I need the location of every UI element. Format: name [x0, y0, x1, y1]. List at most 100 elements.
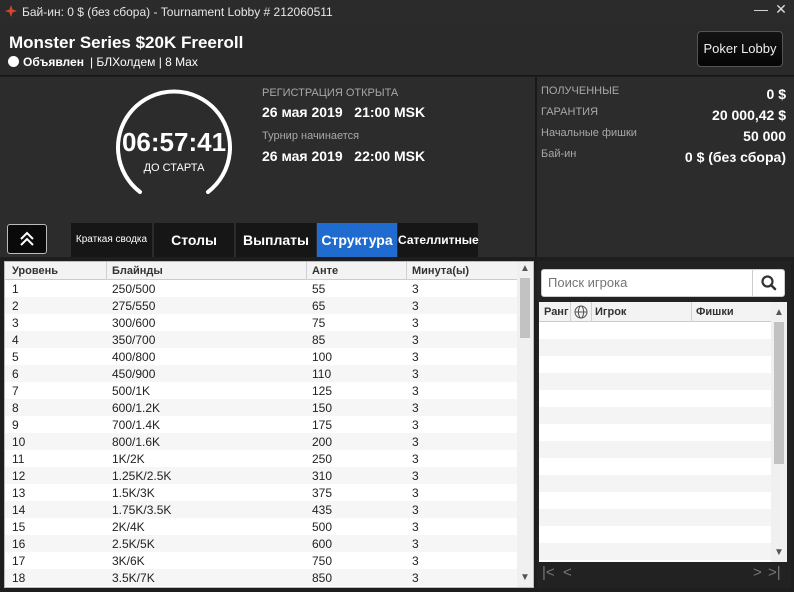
double-chevron-up-icon [20, 231, 34, 246]
level-cell: 2 [12, 299, 19, 313]
close-button[interactable]: ✕ [771, 1, 791, 21]
minutes-cell: 3 [412, 554, 419, 568]
minutes-cell: 3 [412, 384, 419, 398]
start-label: Турнир начинается [262, 130, 360, 142]
structure-header: Уровень Блайнды Анте Минута(ы) [5, 262, 517, 280]
window-title: Бай-ин: 0 $ (без сбора) - Tournament Lob… [22, 5, 333, 19]
prev-page-icon[interactable]: < [563, 564, 572, 581]
tab-tables[interactable]: Столы [154, 223, 235, 257]
registration-value: 26 мая 2019 21:00 MSK [262, 104, 426, 120]
collapse-button[interactable] [7, 224, 47, 254]
blinds-cell: 275/550 [112, 299, 156, 313]
col-level[interactable]: Уровень [12, 265, 58, 277]
prize-label-starting-chips: Начальные фишки [541, 127, 637, 139]
blinds-cell: 300/600 [112, 316, 156, 330]
col-minutes[interactable]: Минута(ы) [412, 265, 469, 277]
player-row [539, 407, 771, 424]
next-page-icon[interactable]: > [753, 564, 762, 581]
tab-payouts[interactable]: Выплаты [236, 223, 317, 257]
table-row: 15 2K/4K 500 3 [5, 518, 517, 535]
prize-value-starting-chips: 50 000 [743, 128, 786, 144]
column-divider [306, 262, 307, 280]
table-row: 9 700/1.4K 175 3 [5, 416, 517, 433]
table-row: 17 3K/6K 750 3 [5, 552, 517, 569]
blinds-cell: 2.5K/5K [112, 537, 155, 551]
players-header: Ранг Игрок Фишки [539, 302, 771, 322]
level-cell: 1 [12, 282, 19, 296]
search-button[interactable] [752, 270, 784, 296]
blinds-cell: 2K/4K [112, 520, 145, 534]
first-page-icon[interactable]: |< [542, 564, 555, 581]
structure-panel: Уровень Блайнды Анте Минута(ы) 1 250/500 5… [4, 261, 534, 588]
level-cell: 4 [12, 333, 19, 347]
ante-cell: 375 [312, 486, 333, 500]
column-divider [406, 262, 407, 280]
blinds-cell: 800/1.6K [112, 435, 161, 449]
player-search-input[interactable] [548, 275, 748, 290]
globe-icon[interactable] [574, 305, 588, 319]
ante-cell: 85 [312, 333, 326, 347]
minutes-cell: 3 [412, 418, 419, 432]
ante-cell: 750 [312, 554, 333, 568]
table-row: 5 400/800 100 3 [5, 348, 517, 365]
player-row [539, 492, 771, 509]
player-row [539, 509, 771, 526]
level-cell: 6 [12, 367, 19, 381]
blinds-cell: 450/900 [112, 367, 156, 381]
players-rows [539, 322, 771, 560]
player-row [539, 526, 771, 543]
scroll-thumb[interactable] [520, 278, 530, 338]
scroll-up-icon[interactable]: ▲ [771, 306, 787, 320]
minutes-cell: 3 [412, 282, 419, 296]
table-row: 18 3.5K/7K 850 3 [5, 569, 517, 586]
blinds-cell: 1.5K/3K [112, 486, 155, 500]
column-divider [591, 302, 592, 322]
players-scrollbar[interactable]: ▲ ▼ [771, 302, 787, 562]
last-page-icon[interactable]: >| [768, 564, 781, 581]
player-row [539, 475, 771, 492]
structure-rows: 1 250/500 55 3 2 275/550 65 3 3 300/600 75 3 4 350/70… [5, 280, 517, 586]
table-row: 1 250/500 55 3 [5, 280, 517, 297]
minutes-cell: 3 [412, 316, 419, 330]
col-blinds[interactable]: Блайнды [112, 265, 163, 277]
player-row [539, 390, 771, 407]
table-row: 12 1.25K/2.5K 310 3 [5, 467, 517, 484]
scroll-up-icon[interactable]: ▲ [517, 262, 533, 276]
player-row [539, 373, 771, 390]
level-cell: 5 [12, 350, 19, 364]
tournament-header: Monster Series $20K Freeroll Объявлен | Б… [0, 24, 794, 76]
player-row [539, 322, 771, 339]
players-list: Ранг Игрок Фишки ▲ ▼ [539, 302, 787, 562]
ante-cell: 200 [312, 435, 333, 449]
col-chips[interactable]: Фишки [696, 306, 734, 318]
scroll-down-icon[interactable]: ▼ [771, 546, 787, 560]
ante-cell: 125 [312, 384, 333, 398]
player-panel: Ранг Игрок Фишки ▲ ▼ |< < > >| [537, 261, 791, 588]
minutes-cell: 3 [412, 486, 419, 500]
blinds-cell: 250/500 [112, 282, 156, 296]
tab-structure[interactable]: Структура [317, 223, 398, 257]
blinds-cell: 700/1.4K [112, 418, 161, 432]
players-pager: |< < > >| [539, 564, 787, 586]
structure-scrollbar[interactable]: ▲ ▼ [517, 262, 533, 587]
col-ante[interactable]: Анте [312, 265, 338, 277]
table-row: 3 300/600 75 3 [5, 314, 517, 331]
tab-summary[interactable]: Краткая сводка [71, 223, 153, 257]
col-player[interactable]: Игрок [595, 306, 626, 318]
scroll-down-icon[interactable]: ▼ [517, 571, 533, 585]
minimize-button[interactable]: — [751, 1, 771, 21]
minutes-cell: 3 [412, 333, 419, 347]
column-divider [570, 302, 571, 322]
poker-lobby-button[interactable]: Poker Lobby [697, 31, 783, 67]
level-cell: 15 [12, 520, 26, 534]
tab-satellites[interactable]: Сателлитные [398, 223, 479, 257]
scroll-thumb[interactable] [774, 322, 784, 464]
player-row [539, 543, 771, 560]
table-row: 16 2.5K/5K 600 3 [5, 535, 517, 552]
col-rank[interactable]: Ранг [544, 306, 569, 318]
blinds-cell: 3.5K/7K [112, 571, 155, 585]
minutes-cell: 3 [412, 571, 419, 585]
prize-label-buyin: Бай-ин [541, 148, 577, 160]
level-cell: 11 [12, 452, 25, 466]
table-row: 2 275/550 65 3 [5, 297, 517, 314]
